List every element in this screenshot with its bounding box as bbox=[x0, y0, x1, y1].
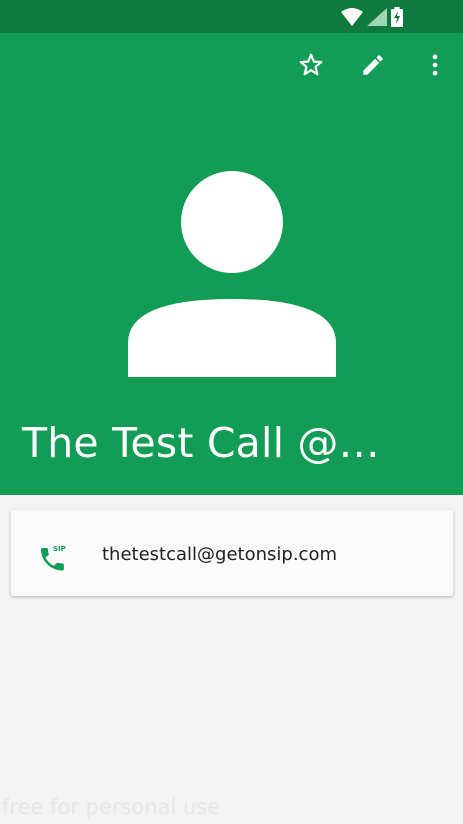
watermark-text: free for personal use bbox=[2, 795, 221, 819]
person-icon bbox=[128, 171, 336, 381]
more-options-button[interactable] bbox=[421, 53, 449, 81]
contact-avatar-placeholder bbox=[128, 171, 336, 377]
action-bar bbox=[297, 53, 449, 81]
favorite-button[interactable] bbox=[297, 53, 325, 81]
signal-icon bbox=[367, 8, 387, 30]
contact-detail-screen: The Test Call @… SIP thetestcall@getonsi… bbox=[0, 0, 463, 824]
contact-name: The Test Call @… bbox=[22, 419, 380, 467]
sip-address-row[interactable]: SIP thetestcall@getonsip.com bbox=[11, 510, 453, 596]
edit-pencil-icon bbox=[360, 52, 386, 82]
sip-phone-icon: SIP bbox=[38, 543, 68, 573]
battery-charging-icon bbox=[391, 7, 403, 31]
sip-address-text: thetestcall@getonsip.com bbox=[102, 544, 337, 565]
contact-info-card: SIP thetestcall@getonsip.com bbox=[11, 510, 453, 596]
sip-icon-label: SIP bbox=[53, 545, 66, 553]
contact-header: The Test Call @… bbox=[0, 33, 463, 495]
wifi-icon bbox=[341, 8, 363, 30]
star-icon bbox=[298, 52, 324, 82]
more-vert-icon bbox=[422, 52, 448, 82]
status-icons bbox=[341, 7, 403, 31]
edit-button[interactable] bbox=[359, 53, 387, 81]
status-bar bbox=[0, 0, 463, 33]
